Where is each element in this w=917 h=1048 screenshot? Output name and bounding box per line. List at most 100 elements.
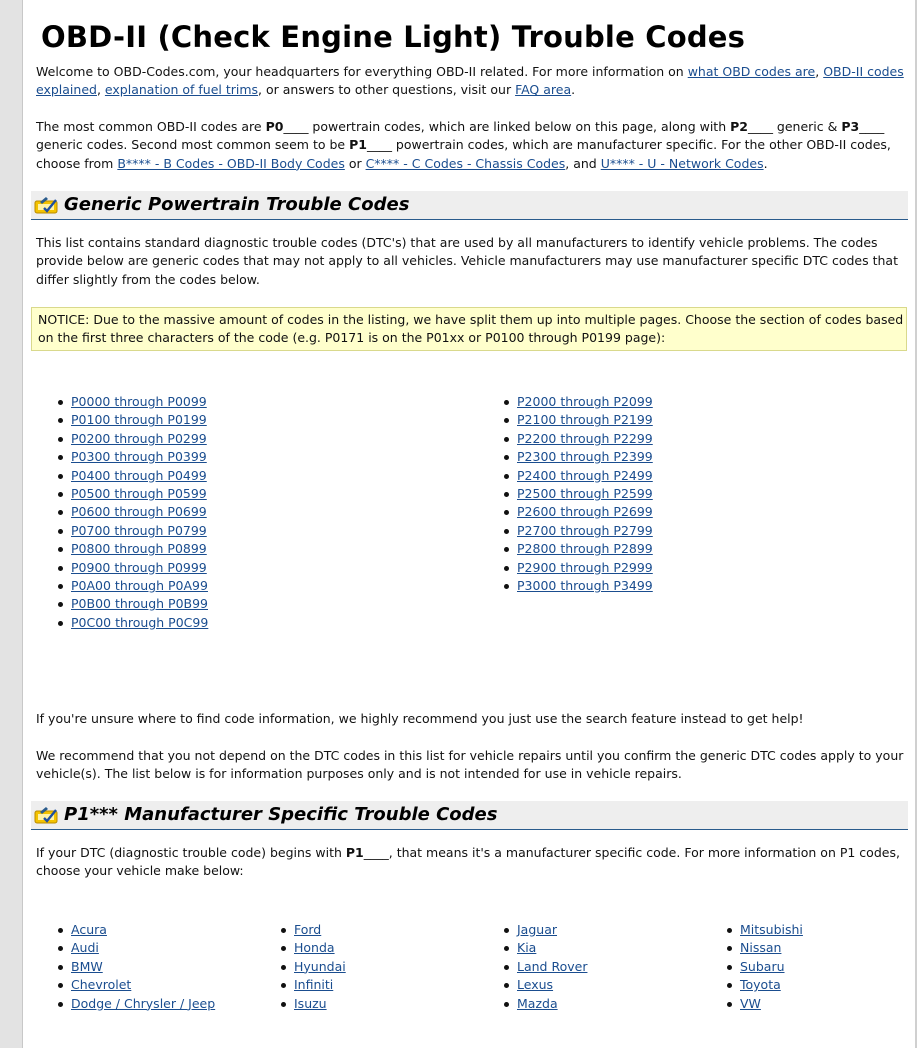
code-range-link[interactable]: P2400 through P2499 — [517, 468, 653, 483]
list-item: P2000 through P2099 — [499, 393, 653, 411]
vehicle-make-link[interactable]: Ford — [294, 922, 321, 937]
bullet-icon — [504, 946, 509, 952]
code-range-link[interactable]: P2800 through P2899 — [517, 541, 653, 556]
list-item: Dodge / Chrysler / Jeep — [53, 995, 215, 1013]
bullet-icon — [504, 964, 509, 970]
list-item: P2800 through P2899 — [499, 540, 653, 558]
code-range-link[interactable]: P2600 through P2699 — [517, 504, 653, 519]
chassis-codes-link[interactable]: C**** - C Codes - Chassis Codes — [366, 156, 566, 171]
search-note: If you're unsure where to find code info… — [36, 711, 804, 726]
bullet-icon — [281, 964, 286, 970]
bullet-icon — [504, 491, 509, 497]
list-item: P0700 through P0799 — [53, 522, 208, 540]
bullet-icon — [727, 946, 732, 952]
code-range-link[interactable]: P2000 through P2099 — [517, 394, 653, 409]
what-obd-codes-link[interactable]: what OBD codes are — [688, 64, 816, 79]
bullet-icon — [58, 528, 63, 534]
vehicle-make-link[interactable]: Lexus — [517, 977, 553, 992]
vehicle-make-link[interactable]: Chevrolet — [71, 977, 131, 992]
vehicle-make-link[interactable]: Acura — [71, 922, 107, 937]
code-range-link[interactable]: P2200 through P2299 — [517, 431, 653, 446]
list-item: Audi — [53, 939, 215, 957]
network-codes-link[interactable]: U**** - U - Network Codes — [601, 156, 764, 171]
code-range-link[interactable]: P0800 through P0899 — [71, 541, 207, 556]
list-item: P2900 through P2999 — [499, 559, 653, 577]
code-range-link[interactable]: P0900 through P0999 — [71, 560, 207, 575]
common-text: , and — [565, 155, 601, 171]
code-range-link[interactable]: P0400 through P0499 — [71, 468, 207, 483]
vehicle-make-link[interactable]: Mitsubishi — [740, 922, 803, 937]
bullet-icon — [504, 547, 509, 553]
common-text: or — [344, 155, 366, 171]
vehicle-make-link[interactable]: Honda — [294, 940, 335, 955]
common-text: . — [763, 155, 768, 171]
code-range-link[interactable]: P2900 through P2999 — [517, 560, 653, 575]
code-range-link[interactable]: P0700 through P0799 — [71, 523, 207, 538]
body-codes-link[interactable]: B**** - B Codes - OBD-II Body Codes — [117, 156, 345, 171]
bullet-icon — [727, 983, 732, 989]
list-item: P0200 through P0299 — [53, 430, 208, 448]
vehicle-make-link[interactable]: Toyota — [740, 977, 781, 992]
code-range-link[interactable]: P3000 through P3499 — [517, 578, 653, 593]
bullet-icon — [504, 565, 509, 571]
list-item: VW — [722, 995, 803, 1013]
code-prefix: P2 — [730, 119, 748, 134]
bullet-icon — [58, 418, 63, 424]
intro-text: Welcome to OBD-Codes.com, your headquart… — [36, 64, 688, 79]
list-item: Kia — [499, 939, 587, 957]
vehicle-make-link[interactable]: Audi — [71, 940, 99, 955]
faq-link[interactable]: FAQ area — [515, 82, 571, 97]
manufacturer-section-title: P1*** Manufacturer Specific Trouble Code… — [64, 804, 498, 825]
list-item: Mitsubishi — [722, 921, 803, 939]
generic-description: This list contains standard diagnostic t… — [36, 235, 898, 287]
code-range-link[interactable]: P0B00 through P0B99 — [71, 596, 208, 611]
make-list-col4: Mitsubishi Nissan Subaru Toyota VW — [722, 921, 803, 1013]
intro-text: , or answers to other questions, visit o… — [258, 82, 516, 98]
code-range-link[interactable]: P2300 through P2399 — [517, 449, 653, 464]
list-item: P0900 through P0999 — [53, 559, 208, 577]
code-range-link[interactable]: P0600 through P0699 — [71, 504, 207, 519]
bullet-icon — [58, 565, 63, 571]
code-prefix: P1 — [349, 137, 367, 153]
fuel-trims-link[interactable]: explanation of fuel trims — [105, 82, 258, 97]
code-range-link[interactable]: P2700 through P2799 — [517, 523, 653, 538]
code-prefix: P3 — [841, 119, 860, 134]
vehicle-make-link[interactable]: Kia — [517, 940, 536, 955]
bullet-icon — [504, 510, 509, 516]
list-item: P0000 through P0099 — [53, 393, 208, 411]
bullet-icon — [504, 418, 509, 424]
code-range-link[interactable]: P0000 through P0099 — [71, 394, 207, 409]
vehicle-make-link[interactable]: Infiniti — [294, 977, 333, 992]
vehicle-make-link[interactable]: Jaguar — [517, 922, 557, 937]
code-range-link[interactable]: P2500 through P2599 — [517, 486, 653, 501]
code-range-link[interactable]: P0A00 through P0A99 — [71, 578, 208, 593]
generic-codes-left-list: P0000 through P0099 P0100 through P0199 P0… — [53, 393, 208, 632]
vehicle-make-link[interactable]: BMW — [71, 959, 103, 974]
vehicle-make-link[interactable]: Nissan — [740, 940, 781, 955]
code-range-link[interactable]: P0200 through P0299 — [71, 431, 207, 446]
notice-box: NOTICE: Due to the massive amount of cod… — [31, 307, 907, 351]
code-range-link[interactable]: P0300 through P0399 — [71, 449, 207, 464]
list-item: Honda — [276, 939, 346, 957]
bullet-icon — [504, 436, 509, 442]
make-list-col2: Ford Honda Hyundai Infiniti Isuzu — [276, 921, 346, 1013]
list-item: Subaru — [722, 958, 803, 976]
list-item: BMW — [53, 958, 215, 976]
vehicle-make-link[interactable]: Land Rover — [517, 959, 587, 974]
code-range-link[interactable]: P0500 through P0599 — [71, 486, 207, 501]
vehicle-make-link[interactable]: Hyundai — [294, 959, 346, 974]
bullet-icon — [504, 583, 509, 589]
bullet-icon — [727, 928, 732, 933]
code-range-link[interactable]: P0100 through P0199 — [71, 412, 207, 427]
code-range-link[interactable]: P2100 through P2199 — [517, 412, 653, 427]
vehicle-make-link[interactable]: VW — [740, 996, 761, 1011]
list-item: Jaguar — [499, 921, 587, 939]
vehicle-make-link[interactable]: Isuzu — [294, 996, 327, 1011]
code-range-link[interactable]: P0C00 through P0C99 — [71, 615, 208, 630]
list-item: P0400 through P0499 — [53, 467, 208, 485]
vehicle-make-link[interactable]: Dodge / Chrysler / Jeep — [71, 996, 215, 1011]
vehicle-make-link[interactable]: Subaru — [740, 959, 785, 974]
manufacturer-description: If your DTC (diagnostic trouble code) be… — [36, 844, 906, 881]
vehicle-make-link[interactable]: Mazda — [517, 996, 558, 1011]
manufacturer-section-header: P1*** Manufacturer Specific Trouble Code… — [31, 801, 908, 830]
